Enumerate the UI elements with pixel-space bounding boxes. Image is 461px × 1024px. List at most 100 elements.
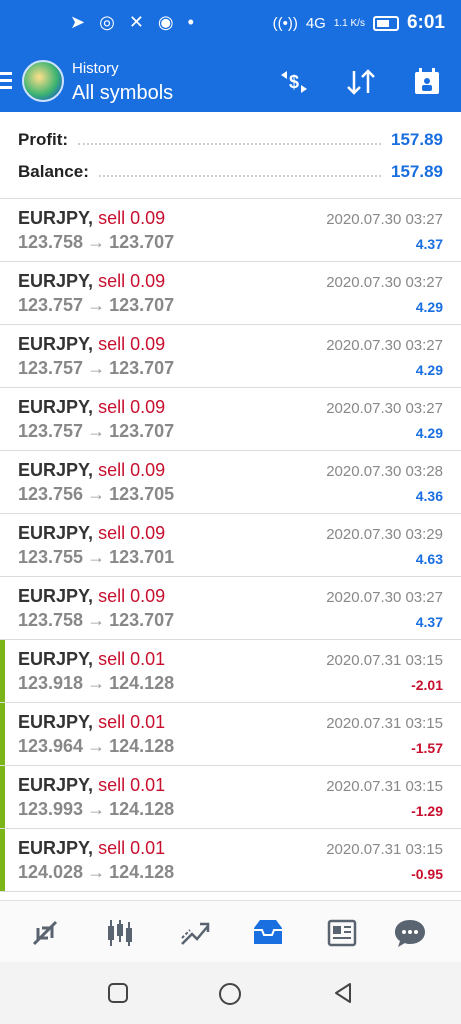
trade-symbol: EURJPY,: [18, 649, 94, 669]
news-icon[interactable]: [322, 915, 362, 951]
recents-button[interactable]: [107, 982, 129, 1009]
sort-icon[interactable]: [343, 64, 379, 100]
trade-profit: -0.95: [411, 866, 443, 882]
trade-date: 2020.07.31 03:15: [326, 652, 443, 669]
trade-symbol-line: EURJPY, sell 0.01: [18, 775, 165, 796]
open-price: 123.918: [18, 673, 84, 693]
trade-symbol-line: EURJPY, sell 0.01: [18, 712, 165, 733]
profit-value: 157.89: [391, 130, 443, 149]
open-price: 123.757: [18, 358, 84, 378]
quotes-icon[interactable]: [25, 915, 65, 951]
page-title[interactable]: All symbols: [72, 82, 173, 105]
close-price: 124.128: [109, 736, 175, 756]
balance-label: Balance:: [18, 162, 89, 181]
system-navigation: [0, 962, 461, 1024]
history-icon[interactable]: [248, 915, 288, 951]
trade-profit: 4.37: [415, 236, 443, 252]
trade-history-list: EURJPY, sell 0.09 123.758 → 123.707 2020.07.…: [0, 199, 461, 892]
bottom-navigation: [0, 900, 461, 963]
trade-side: sell 0.09: [98, 334, 166, 354]
balance-row: Balance: 157.89: [18, 158, 443, 186]
home-button[interactable]: [218, 982, 242, 1011]
status-bar: ➤ ◎ ✕ ◉ • ((•)) 4G 1.1 K/s 6:01: [0, 0, 461, 50]
trade-row[interactable]: EURJPY, sell 0.09 123.758 → 123.707 2020.07.…: [0, 199, 461, 262]
trade-row[interactable]: EURJPY, sell 0.09 123.757 → 123.707 2020.07.…: [0, 262, 461, 325]
trade-row[interactable]: EURJPY, sell 0.09 123.756 → 123.705 2020.07.…: [0, 451, 461, 514]
open-price: 124.028: [18, 862, 84, 882]
arrow-icon: →: [87, 610, 106, 630]
trade-symbol: EURJPY,: [18, 838, 94, 858]
trade-row[interactable]: EURJPY, sell 0.09 123.757 → 123.707 2020.07.…: [0, 388, 461, 451]
currency-swap-icon[interactable]: $: [276, 64, 312, 100]
app-logo-icon[interactable]: [22, 60, 64, 102]
arrow-icon: →: [87, 799, 106, 819]
network-speed: 1.1 K/s: [333, 17, 365, 29]
trade-symbol-line: EURJPY, sell 0.09: [18, 460, 165, 481]
arrow-icon: →: [87, 232, 106, 252]
open-price: 123.758: [18, 610, 84, 630]
trade-profit: -1.29: [411, 803, 443, 819]
trade-date: 2020.07.31 03:15: [326, 715, 443, 732]
chart-icon[interactable]: [100, 915, 140, 951]
trade-profit: -1.57: [411, 740, 443, 756]
trade-row[interactable]: EURJPY, sell 0.09 123.755 → 123.701 2020.07.…: [0, 514, 461, 577]
open-price: 123.964: [18, 736, 84, 756]
close-price: 123.701: [109, 547, 175, 567]
trade-profit: 4.29: [415, 425, 443, 441]
x-icon: ✕: [128, 12, 144, 32]
trade-profit: 4.29: [415, 362, 443, 378]
trade-prices: 123.755 → 123.701: [18, 547, 174, 568]
trade-row[interactable]: EURJPY, sell 0.09 123.758 → 123.707 2020.07.…: [0, 577, 461, 640]
app-bar: History All symbols $: [0, 50, 461, 112]
trade-symbol: EURJPY,: [18, 775, 94, 795]
trade-row[interactable]: EURJPY, sell 0.09 123.757 → 123.707 2020.07.…: [0, 325, 461, 388]
trade-side: sell 0.09: [98, 586, 166, 606]
trade-side: sell 0.09: [98, 271, 166, 291]
trade-icon[interactable]: [175, 915, 215, 951]
menu-icon[interactable]: [0, 72, 12, 90]
chrome-icon: ◉: [157, 12, 174, 32]
trade-side: sell 0.01: [98, 838, 166, 858]
clock: 6:01: [406, 12, 445, 33]
open-price: 123.757: [18, 295, 84, 315]
close-price: 123.707: [109, 295, 175, 315]
trade-date: 2020.07.30 03:28: [326, 463, 443, 480]
trade-row[interactable]: EURJPY, sell 0.01 123.993 → 124.128 2020.07.…: [0, 766, 461, 829]
calendar-icon[interactable]: [409, 64, 445, 100]
trade-symbol: EURJPY,: [18, 208, 94, 228]
back-button[interactable]: [332, 982, 354, 1009]
trade-symbol-line: EURJPY, sell 0.09: [18, 586, 165, 607]
trade-prices: 123.757 → 123.707: [18, 358, 174, 379]
profit-row: Profit: 157.89: [18, 126, 443, 154]
dotted-leader: [78, 143, 381, 145]
trade-row[interactable]: EURJPY, sell 0.01 123.964 → 124.128 2020.07.…: [0, 703, 461, 766]
trade-date: 2020.07.30 03:29: [326, 526, 443, 543]
open-price: 123.758: [18, 232, 84, 252]
arrow-icon: →: [87, 862, 106, 882]
open-price: 123.756: [18, 484, 84, 504]
trade-prices: 123.757 → 123.707: [18, 295, 174, 316]
open-price: 123.757: [18, 421, 84, 441]
trade-date: 2020.07.30 03:27: [326, 589, 443, 606]
trade-profit: 4.36: [415, 488, 443, 504]
network-type: 4G: [305, 14, 326, 32]
trade-symbol: EURJPY,: [18, 397, 94, 417]
account-summary: Profit: 157.89 Balance: 157.89: [0, 112, 461, 199]
close-price: 123.707: [109, 232, 175, 252]
trade-symbol: EURJPY,: [18, 712, 94, 732]
trade-date: 2020.07.30 03:27: [326, 337, 443, 354]
trade-symbol-line: EURJPY, sell 0.01: [18, 649, 165, 670]
arrow-icon: →: [87, 421, 106, 441]
chat-icon[interactable]: [390, 915, 430, 951]
trade-row[interactable]: EURJPY, sell 0.01 123.918 → 124.128 2020.07.…: [0, 640, 461, 703]
trade-prices: 124.028 → 124.128: [18, 862, 174, 883]
trade-symbol-line: EURJPY, sell 0.01: [18, 838, 165, 859]
close-price: 124.128: [109, 862, 175, 882]
close-price: 123.707: [109, 610, 175, 630]
trade-symbol: EURJPY,: [18, 586, 94, 606]
trade-row[interactable]: EURJPY, sell 0.01 124.028 → 124.128 2020.07.…: [0, 829, 461, 892]
balance-value: 157.89: [391, 162, 443, 181]
trade-symbol: EURJPY,: [18, 523, 94, 543]
trade-profit: 4.37: [415, 614, 443, 630]
trade-symbol: EURJPY,: [18, 271, 94, 291]
